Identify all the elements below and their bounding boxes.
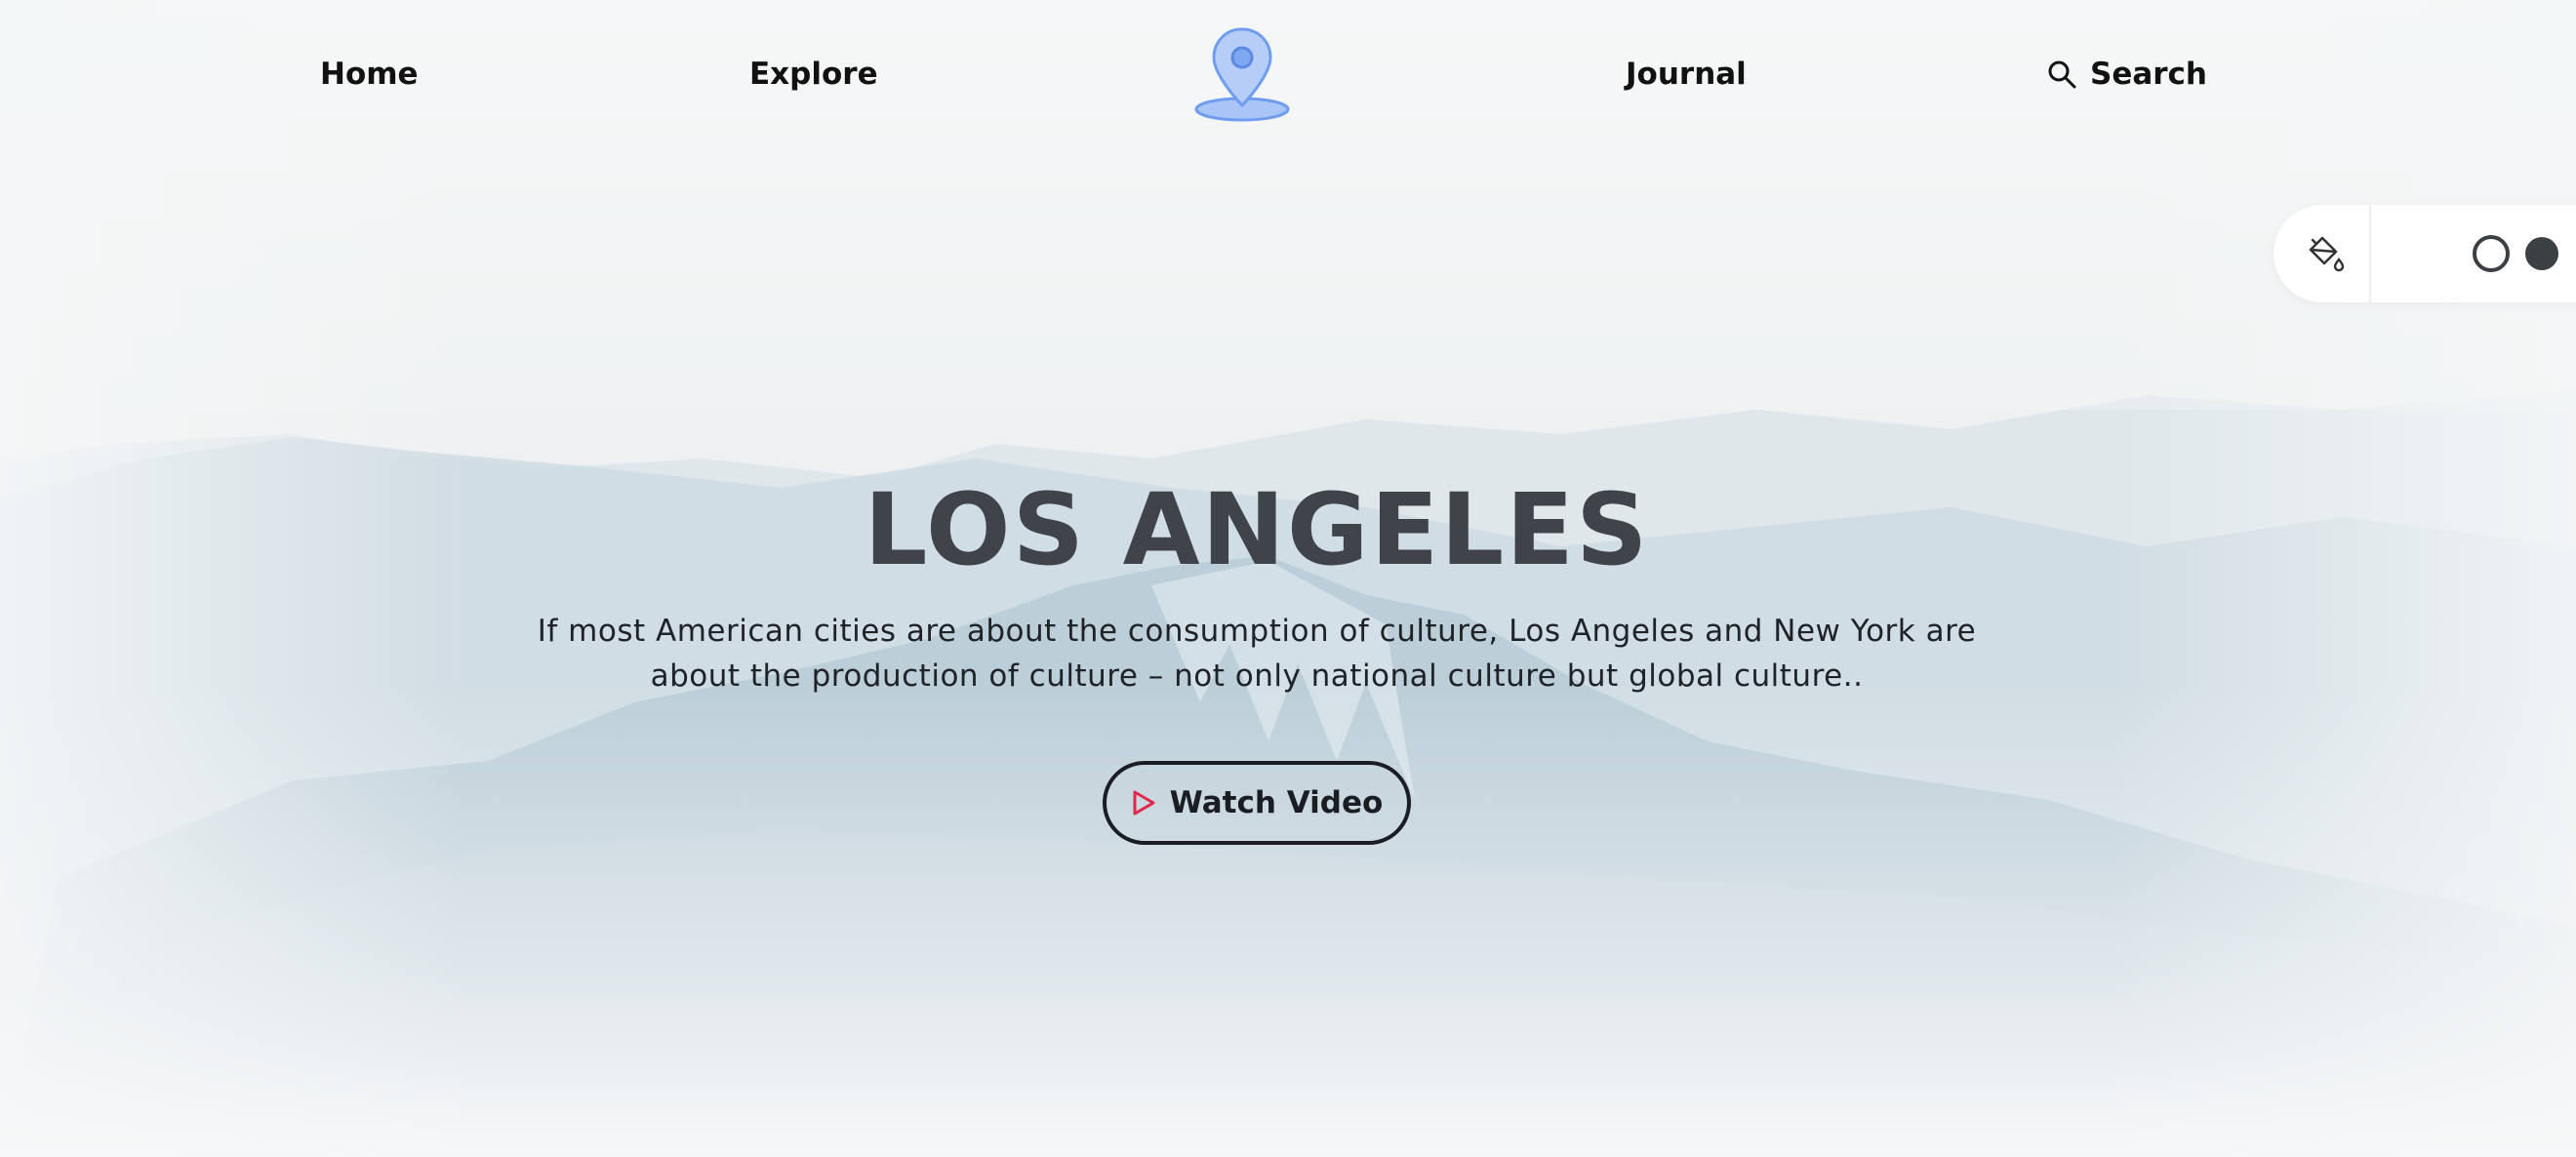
nav-link-search[interactable]: Search xyxy=(2047,55,2207,94)
watch-video-label: Watch Video xyxy=(1169,785,1384,820)
dark-theme-swatch[interactable] xyxy=(2525,237,2558,270)
map-pin-icon[interactable] xyxy=(1192,25,1292,125)
nav-link-home[interactable]: Home xyxy=(320,55,419,94)
search-icon xyxy=(2048,60,2076,89)
theme-switcher-panel xyxy=(2274,205,2576,302)
paint-bucket-icon[interactable] xyxy=(2303,232,2346,275)
watch-video-button[interactable]: Watch Video xyxy=(1103,761,1411,845)
play-icon xyxy=(1133,790,1155,816)
hero-description: If most American cities are about the co… xyxy=(537,614,1977,694)
search-label: Search xyxy=(2090,57,2208,92)
light-theme-swatch[interactable] xyxy=(2473,235,2510,272)
hero-title: LOS ANGELES xyxy=(864,472,1650,588)
theme-divider xyxy=(2369,205,2371,302)
nav-link-explore[interactable]: Explore xyxy=(749,55,878,94)
nav-link-journal[interactable]: Journal xyxy=(1626,55,1747,94)
